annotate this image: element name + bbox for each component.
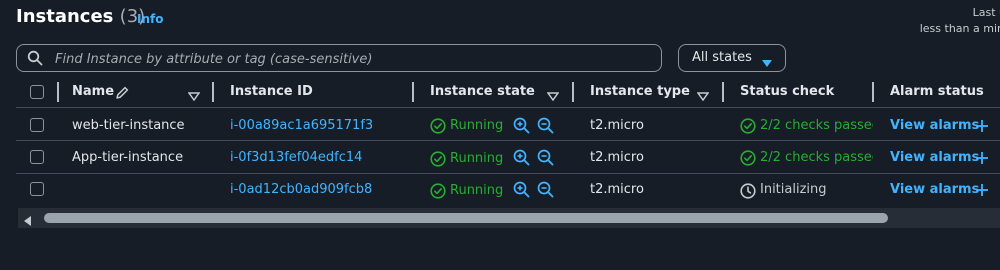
row-checkbox[interactable] <box>30 150 44 164</box>
select-all-checkbox[interactable] <box>30 85 44 99</box>
instance-type: t2.micro <box>590 118 644 133</box>
instance-state-filter[interactable]: All states <box>678 44 786 72</box>
column-header-alarm-status[interactable]: Alarm status <box>890 84 984 99</box>
caret-down-icon <box>761 54 773 73</box>
column-header-instance-state[interactable]: Instance state <box>430 84 535 99</box>
clock-pending-icon <box>740 183 756 203</box>
column-divider <box>57 82 59 102</box>
instance-state-filter-label: All states <box>692 50 752 65</box>
search-icon <box>27 50 43 70</box>
status-check-text: 2/2 checks passec <box>760 118 873 133</box>
column-header-instance-id[interactable]: Instance ID <box>230 84 313 99</box>
zoom-in-icon[interactable] <box>513 117 530 138</box>
instance-type: t2.micro <box>590 182 644 197</box>
view-alarms-link[interactable]: View alarms <box>890 118 979 133</box>
zoom-in-icon[interactable] <box>513 149 530 170</box>
info-link[interactable]: Info <box>137 12 163 26</box>
status-check-text: 2/2 checks passec <box>760 150 873 165</box>
view-alarms-link[interactable]: View alarms <box>890 150 979 165</box>
instance-type: t2.micro <box>590 150 644 165</box>
check-circle-icon <box>430 183 446 203</box>
instance-id-link[interactable]: i-0ad12cb0ad909fcb8 <box>230 182 372 197</box>
instance-state-text: Running <box>450 151 504 166</box>
header-divider <box>16 107 1000 108</box>
page-title: Instances (3) <box>16 6 145 27</box>
check-circle-icon <box>740 118 756 138</box>
column-divider <box>412 82 414 102</box>
instance-name: App-tier-instance <box>72 150 184 165</box>
scroll-left-arrow-icon[interactable] <box>22 212 32 231</box>
row-checkbox[interactable] <box>30 182 44 196</box>
check-circle-icon <box>430 151 446 171</box>
check-circle-icon <box>740 150 756 170</box>
sort-down-icon[interactable] <box>187 87 201 106</box>
search-box[interactable] <box>16 44 662 72</box>
last-updated-label: Last u <box>972 6 1000 19</box>
edit-pencil-icon[interactable] <box>115 85 130 104</box>
check-circle-icon <box>430 118 446 138</box>
scrollbar-thumb[interactable] <box>44 213 888 223</box>
zoom-out-icon[interactable] <box>537 117 554 138</box>
zoom-out-icon[interactable] <box>537 149 554 170</box>
column-header-status-check[interactable]: Status check <box>740 84 834 99</box>
instance-state-text: Running <box>450 183 504 198</box>
row-divider <box>16 173 1000 174</box>
column-divider <box>872 82 874 102</box>
status-check-text: Initializing <box>760 182 827 197</box>
search-input[interactable] <box>53 48 647 70</box>
plus-icon[interactable] <box>975 118 989 137</box>
column-header-instance-type[interactable]: Instance type <box>590 84 690 99</box>
instance-state-text: Running <box>450 118 504 133</box>
view-alarms-link[interactable]: View alarms <box>890 182 979 197</box>
zoom-in-icon[interactable] <box>513 181 530 202</box>
column-divider <box>572 82 574 102</box>
sort-down-icon[interactable] <box>546 87 560 106</box>
column-header-name[interactable]: Name <box>72 84 114 99</box>
column-header-name-label: Name <box>72 84 115 99</box>
column-divider <box>722 82 724 102</box>
instance-id-link[interactable]: i-00a89ac1a695171f3 <box>230 118 373 133</box>
sort-down-icon[interactable] <box>696 87 710 106</box>
zoom-out-icon[interactable] <box>537 181 554 202</box>
row-checkbox[interactable] <box>30 118 44 132</box>
plus-icon[interactable] <box>975 150 989 169</box>
column-divider <box>212 82 214 102</box>
instance-id-link[interactable]: i-0f3d13fef04edfc14 <box>230 150 362 165</box>
page-title-text: Instances <box>16 6 114 27</box>
row-divider <box>16 140 1000 141</box>
instance-name: web-tier-instance <box>72 118 185 133</box>
last-updated-value: less than a min <box>919 22 1000 35</box>
plus-icon[interactable] <box>975 182 989 201</box>
